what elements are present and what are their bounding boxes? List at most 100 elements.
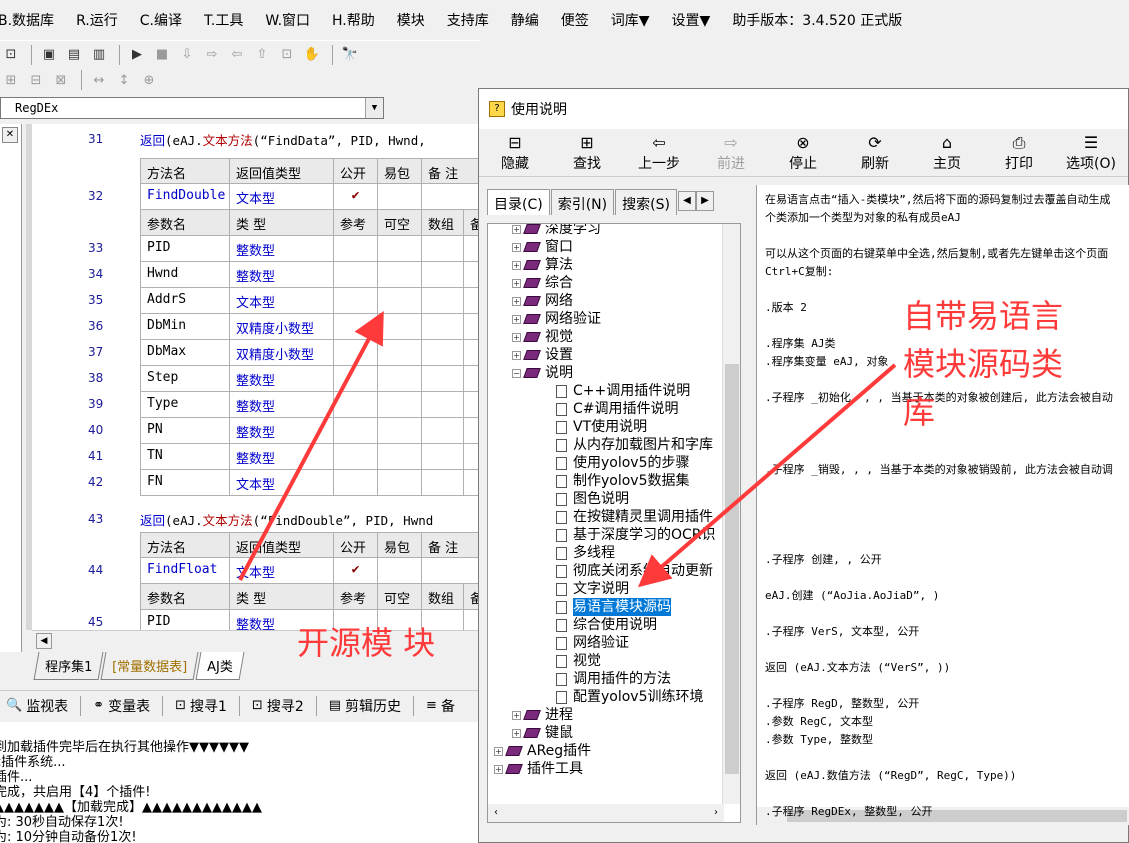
param-type[interactable]: 整数型 <box>230 418 334 444</box>
param-type[interactable]: 整数型 <box>230 262 334 288</box>
param-type[interactable]: 整数型 <box>230 444 334 470</box>
same-width-icon[interactable]: ↔ <box>88 69 110 91</box>
expand-icon[interactable]: + <box>512 224 521 234</box>
tree-item[interactable]: 基于深度学习的OCR识 <box>556 526 716 544</box>
param-type[interactable]: 双精度小数型 <box>230 340 334 366</box>
method-name[interactable]: FindFloat <box>140 558 230 584</box>
menu-item[interactable]: C.编译 <box>140 10 182 30</box>
param-name[interactable]: PID <box>140 236 230 262</box>
expand-icon[interactable]: + <box>512 278 521 288</box>
param-name[interactable]: TN <box>140 444 230 470</box>
tree-item[interactable]: + 综合 <box>512 274 573 292</box>
tree-item[interactable]: 综合使用说明 <box>556 616 657 634</box>
param-type[interactable]: 整数型 <box>230 366 334 392</box>
menu-item[interactable]: 模块 <box>397 10 425 30</box>
expand-icon[interactable]: + <box>512 242 521 252</box>
breakpoint-icon[interactable]: ⊡ <box>276 44 298 66</box>
layout1-icon[interactable]: ▣ <box>38 44 60 66</box>
menu-item[interactable]: R.运行 <box>76 10 118 30</box>
menu-item[interactable]: 助手版本：3.4.520 正式版 <box>732 10 902 30</box>
tab-search[interactable]: 搜索(S) <box>615 189 677 215</box>
help-content[interactable]: 在易语言点击“插入-类模块”,然后将下面的源码复制过去覆盖自动生成 个类添加一个类… <box>756 185 1129 825</box>
tree-item[interactable]: 视觉 <box>556 652 601 670</box>
menu-item[interactable]: H.帮助 <box>332 10 375 30</box>
help-toolbar-button[interactable]: ⊞ 查找 <box>551 133 623 173</box>
tab-program-set[interactable]: 程序集1 <box>33 652 104 680</box>
help-toolbar-button[interactable]: ⌂ 主页 <box>911 133 983 173</box>
menu-item[interactable]: 词库▼ <box>611 10 650 30</box>
param-name[interactable]: DbMax <box>140 340 230 366</box>
tree-item[interactable]: VT使用说明 <box>556 418 647 436</box>
align-center-icon[interactable]: ⊟ <box>25 69 47 91</box>
menu-item[interactable]: 便签 <box>561 10 589 30</box>
tree-item[interactable]: C#调用插件说明 <box>556 400 679 418</box>
menu-item[interactable]: W.窗口 <box>265 10 310 30</box>
tree-item[interactable]: + 网络 <box>512 292 573 310</box>
expand-icon[interactable]: + <box>512 296 521 306</box>
bottom-tab[interactable]: ≡ 备 <box>426 696 455 716</box>
param-type[interactable]: 整数型 <box>230 236 334 262</box>
tree-item[interactable]: 从内存加载图片和字库 <box>556 436 713 454</box>
param-name[interactable]: AddrS <box>140 288 230 314</box>
tree-item[interactable]: + 算法 <box>512 256 573 274</box>
param-name[interactable]: DbMin <box>140 314 230 340</box>
bottom-tab[interactable]: 🔍 监视表 <box>6 696 68 716</box>
tree-horizontal-scrollbar[interactable]: ‹ › <box>488 804 724 822</box>
tree-item[interactable]: + 深度学习 <box>512 224 601 238</box>
step-out-icon[interactable]: ⇦ <box>226 44 248 66</box>
tab-prev-icon[interactable]: ◀ <box>677 191 696 211</box>
tree-item[interactable]: + 设置 <box>512 346 573 364</box>
run-icon[interactable]: ▶ <box>126 44 148 66</box>
param-name[interactable]: PID <box>140 610 230 630</box>
param-type[interactable]: 双精度小数型 <box>230 314 334 340</box>
bottom-tab[interactable]: ⊡ 搜寻1 <box>175 696 227 716</box>
public-check[interactable]: ✔ <box>334 558 378 584</box>
tree-item[interactable]: 易语言模块源码 <box>556 598 671 616</box>
tree-item[interactable]: C++调用插件说明 <box>556 382 690 400</box>
public-check[interactable]: ✔ <box>334 184 378 210</box>
tree-item[interactable]: + 视觉 <box>512 328 573 346</box>
tree-item[interactable]: 彻底关闭系统自动更新 <box>556 562 713 580</box>
align-left-icon[interactable]: ⊞ <box>0 69 22 91</box>
expand-icon[interactable]: + <box>512 314 521 324</box>
step-over-icon[interactable]: ⇨ <box>201 44 223 66</box>
align-right-icon[interactable]: ⊠ <box>50 69 72 91</box>
menu-item[interactable]: 支持库 <box>447 10 489 30</box>
param-type[interactable]: 文本型 <box>230 288 334 314</box>
bottom-tab[interactable]: ⊡ 搜寻2 <box>252 696 304 716</box>
scroll-thumb[interactable] <box>725 364 739 774</box>
chevron-down-icon[interactable]: ▼ <box>365 98 383 118</box>
stop-icon[interactable]: ■ <box>151 44 173 66</box>
tree-item[interactable]: + 键鼠 <box>512 724 573 742</box>
expand-icon[interactable]: − <box>512 368 521 378</box>
tree-item[interactable]: 调用插件的方法 <box>556 670 671 688</box>
center-icon[interactable]: ⊕ <box>138 69 160 91</box>
tree-item[interactable]: 图色说明 <box>556 490 629 508</box>
hand-icon[interactable]: ✋ <box>301 44 323 66</box>
expand-icon[interactable]: + <box>512 332 521 342</box>
tree-item[interactable]: + 窗口 <box>512 238 573 256</box>
step-into-icon[interactable]: ⇩ <box>176 44 198 66</box>
expand-icon[interactable]: + <box>494 746 503 756</box>
bottom-tab[interactable]: ⚭ 变量表 <box>93 696 150 716</box>
close-icon[interactable]: ✕ <box>2 127 18 143</box>
menu-item[interactable]: 静编 <box>511 10 539 30</box>
help-toolbar-button[interactable]: ⎙ 打印 <box>983 133 1055 173</box>
code-editor[interactable]: 31 返回(eAJ.文本方法(“FindData”, PID, Hwnd, 方法名返… <box>32 124 480 630</box>
menu-item[interactable]: B.数据库 <box>0 10 54 30</box>
param-name[interactable]: Type <box>140 392 230 418</box>
subroutine-combo[interactable]: RegDEx ▼ <box>0 97 384 119</box>
tree-item[interactable]: 配置yolov5训练环境 <box>556 688 704 706</box>
expand-icon[interactable]: + <box>512 350 521 360</box>
same-height-icon[interactable]: ↕ <box>113 69 135 91</box>
param-name[interactable]: Step <box>140 366 230 392</box>
expand-icon[interactable]: + <box>512 260 521 270</box>
tab-index[interactable]: 索引(N) <box>550 189 615 215</box>
tree-item[interactable]: 网络验证 <box>556 634 629 652</box>
view-icon[interactable]: ⊡ <box>0 44 22 66</box>
bottom-tab[interactable]: ▤ 剪辑历史 <box>329 696 401 716</box>
expand-icon[interactable]: + <box>512 728 521 738</box>
step-up-icon[interactable]: ⇧ <box>251 44 273 66</box>
param-name[interactable]: FN <box>140 470 230 496</box>
help-toolbar-button[interactable]: ☰ 选项(O) <box>1055 133 1127 173</box>
